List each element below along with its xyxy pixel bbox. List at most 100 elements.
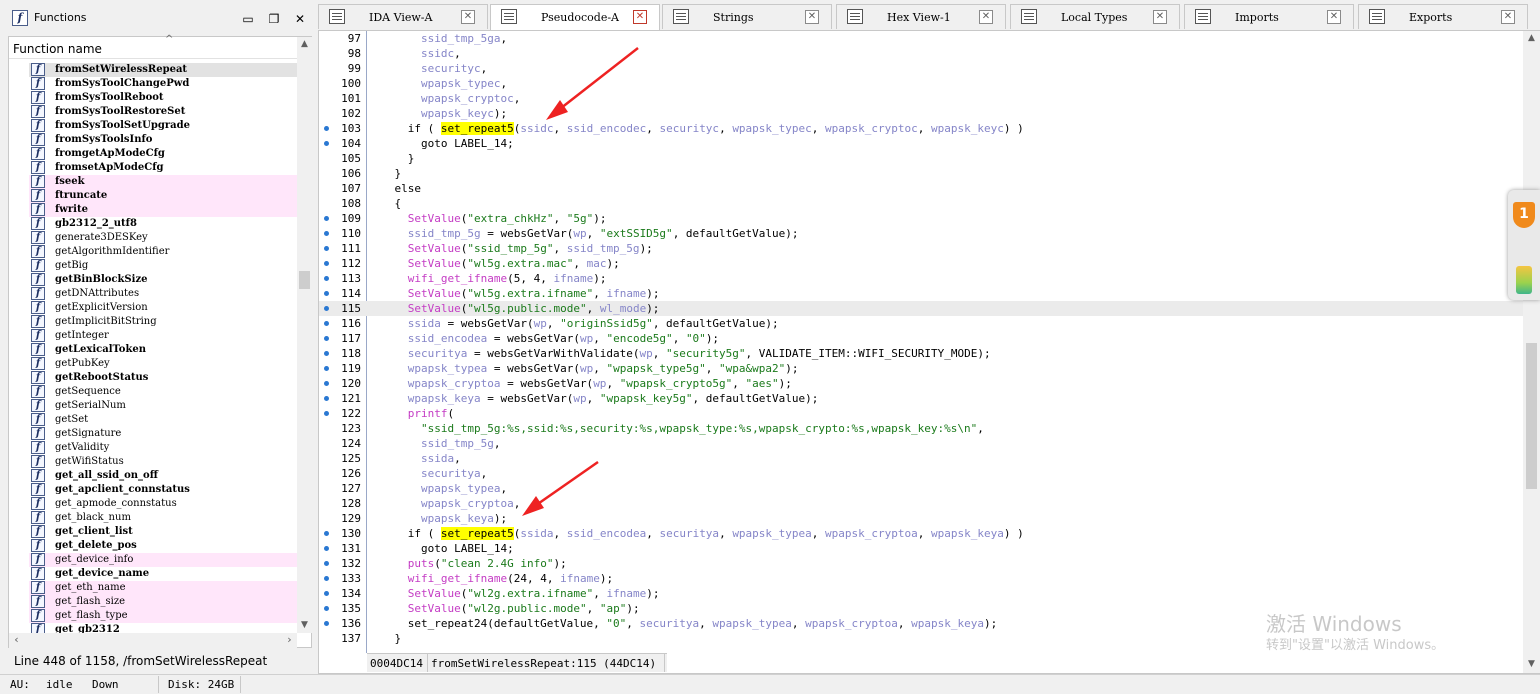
code-line[interactable]: 100 wpapsk_typec, (319, 76, 1523, 91)
code-line[interactable]: 107 else (319, 181, 1523, 196)
function-list-item[interactable]: f getLexicalToken (29, 343, 297, 357)
function-list-item[interactable]: f fromSysToolsInfo (29, 133, 297, 147)
function-list-item[interactable]: f ftruncate (29, 189, 297, 203)
scroll-down-icon[interactable]: ▼ (1523, 657, 1540, 672)
code-line[interactable]: 126 securitya, (319, 466, 1523, 481)
function-list-item[interactable]: f getSignature (29, 427, 297, 441)
floating-side-widget[interactable]: 1 (1508, 190, 1540, 300)
code-line[interactable]: 130 if ( set_repeat5(ssida, ssid_encodea… (319, 526, 1523, 541)
close-tab-icon[interactable]: ✕ (633, 10, 647, 24)
close-tab-icon[interactable]: ✕ (979, 10, 993, 24)
function-list-horizontal-scrollbar[interactable]: ‹ › (9, 633, 297, 648)
close-tab-icon[interactable]: ✕ (1501, 10, 1515, 24)
minimize-icon[interactable]: ▭ (240, 11, 256, 27)
code-line[interactable]: 121 wpapsk_keya = websGetVar(wp, "wpapsk… (319, 391, 1523, 406)
tab-pseudocode-a[interactable]: Pseudocode-A ✕ (490, 4, 660, 30)
code-line[interactable]: 112 SetValue("wl5g.extra.mac", mac); (319, 256, 1523, 271)
function-list-item[interactable]: f get_flash_type (29, 609, 297, 623)
function-name-column-header[interactable]: Function name ^ (9, 34, 297, 59)
code-line[interactable]: 98 ssidc, (319, 46, 1523, 61)
function-list-item[interactable]: f get_device_name (29, 567, 297, 581)
tab-exports[interactable]: Exports ✕ (1358, 4, 1528, 29)
breakpoint-dot-icon[interactable] (324, 561, 329, 566)
breakpoint-dot-icon[interactable] (324, 546, 329, 551)
code-line[interactable]: 122 printf( (319, 406, 1523, 421)
breakpoint-dot-icon[interactable] (324, 246, 329, 251)
breakpoint-dot-icon[interactable] (324, 411, 329, 416)
code-line[interactable]: 128 wpapsk_cryptoa, (319, 496, 1523, 511)
code-line[interactable]: 132 puts("clean 2.4G info"); (319, 556, 1523, 571)
close-icon[interactable]: ✕ (292, 11, 308, 27)
function-list-item[interactable]: f get_delete_pos (29, 539, 297, 553)
breakpoint-dot-icon[interactable] (324, 276, 329, 281)
function-list-item[interactable]: f getImplicitBitString (29, 315, 297, 329)
function-list-item[interactable]: f getRebootStatus (29, 371, 297, 385)
function-list-item[interactable]: f getExplicitVersion (29, 301, 297, 315)
code-line[interactable]: 127 wpapsk_typea, (319, 481, 1523, 496)
pseudocode-view[interactable]: 97 ssid_tmp_5ga, 98 ssidc, 99 securityc, 10… (318, 30, 1540, 674)
function-list-item[interactable]: f get_apmode_connstatus (29, 497, 297, 511)
function-list-item[interactable]: f get_apclient_connstatus (29, 483, 297, 497)
function-list-item[interactable]: f get_eth_name (29, 581, 297, 595)
function-list-item[interactable]: f getBig (29, 259, 297, 273)
breakpoint-dot-icon[interactable] (324, 381, 329, 386)
function-list-item[interactable]: f fromgetApModeCfg (29, 147, 297, 161)
breakpoint-dot-icon[interactable] (324, 576, 329, 581)
tab-strings[interactable]: Strings ✕ (662, 4, 832, 29)
breakpoint-dot-icon[interactable] (324, 366, 329, 371)
breakpoint-dot-icon[interactable] (324, 606, 329, 611)
breakpoint-dot-icon[interactable] (324, 351, 329, 356)
code-line[interactable]: 133 wifi_get_ifname(24, 4, ifname); (319, 571, 1523, 586)
code-line[interactable]: 124 ssid_tmp_5g, (319, 436, 1523, 451)
code-line[interactable]: 110 ssid_tmp_5g = websGetVar(wp, "extSSI… (319, 226, 1523, 241)
tab-imports[interactable]: Imports ✕ (1184, 4, 1354, 29)
breakpoint-dot-icon[interactable] (324, 291, 329, 296)
tab-local-types[interactable]: Local Types ✕ (1010, 4, 1180, 29)
scroll-up-icon[interactable]: ▲ (1523, 31, 1540, 46)
code-line[interactable]: 114 SetValue("wl5g.extra.ifname", ifname… (319, 286, 1523, 301)
breakpoint-dot-icon[interactable] (324, 531, 329, 536)
code-line[interactable]: 129 wpapsk_keya); (319, 511, 1523, 526)
scroll-down-icon[interactable]: ▼ (297, 618, 312, 633)
close-tab-icon[interactable]: ✕ (1153, 10, 1167, 24)
scroll-right-icon[interactable]: › (282, 633, 297, 648)
function-list-item[interactable]: f getPubKey (29, 357, 297, 371)
code-line[interactable]: 99 securityc, (319, 61, 1523, 76)
breakpoint-dot-icon[interactable] (324, 126, 329, 131)
breakpoint-dot-icon[interactable] (324, 621, 329, 626)
close-tab-icon[interactable]: ✕ (1327, 10, 1341, 24)
code-line[interactable]: 105 } (319, 151, 1523, 166)
breakpoint-dot-icon[interactable] (324, 261, 329, 266)
function-list-item[interactable]: f getBinBlockSize (29, 273, 297, 287)
code-line[interactable]: 101 wpapsk_cryptoc, (319, 91, 1523, 106)
code-line[interactable]: 125 ssida, (319, 451, 1523, 466)
breakpoint-dot-icon[interactable] (324, 141, 329, 146)
code-vertical-scrollbar[interactable]: ▲ ▼ (1523, 31, 1540, 673)
breakpoint-dot-icon[interactable] (324, 321, 329, 326)
breakpoint-dot-icon[interactable] (324, 231, 329, 236)
function-list-item[interactable]: f fromSetWirelessRepeat (29, 63, 297, 77)
function-list-item[interactable]: f getAlgorithmIdentifier (29, 245, 297, 259)
scrollbar-thumb[interactable] (1526, 343, 1537, 489)
breakpoint-dot-icon[interactable] (324, 591, 329, 596)
code-line[interactable]: 106 } (319, 166, 1523, 181)
code-line[interactable]: 113 wifi_get_ifname(5, 4, ifname); (319, 271, 1523, 286)
code-line[interactable]: 134 SetValue("wl2g.extra.ifname", ifname… (319, 586, 1523, 601)
function-list-item[interactable]: f get_device_info (29, 553, 297, 567)
code-line[interactable]: 104 goto LABEL_14; (319, 136, 1523, 151)
code-line[interactable]: 119 wpapsk_typea = websGetVar(wp, "wpaps… (319, 361, 1523, 376)
code-line[interactable]: 115 SetValue("wl5g.public.mode", wl_mode… (319, 301, 1523, 316)
code-line[interactable]: 108 { (319, 196, 1523, 211)
code-line[interactable]: 117 ssid_encodea = websGetVar(wp, "encod… (319, 331, 1523, 346)
function-list-item[interactable]: f generate3DESKey (29, 231, 297, 245)
function-list-item[interactable]: f fseek (29, 175, 297, 189)
code-line[interactable]: 111 SetValue("ssid_tmp_5g", ssid_tmp_5g)… (319, 241, 1523, 256)
function-list-item[interactable]: f fwrite (29, 203, 297, 217)
breakpoint-dot-icon[interactable] (324, 216, 329, 221)
function-list-item[interactable]: f getValidity (29, 441, 297, 455)
function-list-vertical-scrollbar[interactable]: ▲ ▼ (297, 37, 312, 633)
close-tab-icon[interactable]: ✕ (461, 10, 475, 24)
function-list-item[interactable]: f getSet (29, 413, 297, 427)
breakpoint-dot-icon[interactable] (324, 336, 329, 341)
function-list-item[interactable]: f get_gb2312 (29, 623, 297, 633)
